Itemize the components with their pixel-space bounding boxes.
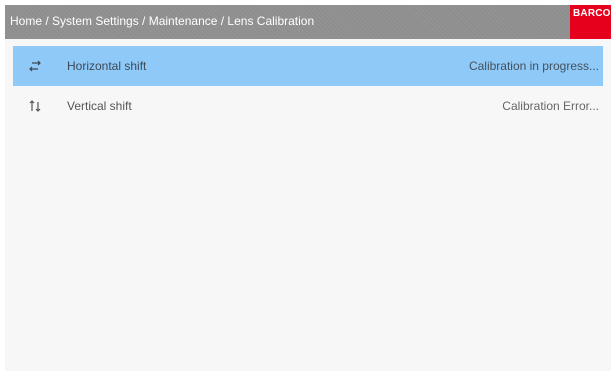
list-item-label: Horizontal shift bbox=[67, 59, 147, 73]
list-item-status: Calibration in progress... bbox=[468, 59, 599, 73]
list-item-label: Vertical shift bbox=[67, 99, 132, 113]
header-bar: Home / System Settings / Maintenance / L… bbox=[5, 5, 611, 39]
vertical-shift-arrows-icon bbox=[25, 97, 45, 115]
horizontal-shift-arrows-icon bbox=[25, 57, 45, 75]
list-item-vertical-shift[interactable]: Vertical shift Calibration Error... bbox=[13, 86, 603, 126]
lens-calibration-screen: Home / System Settings / Maintenance / L… bbox=[5, 5, 611, 371]
calibration-list: Horizontal shift Calibration in progress… bbox=[13, 46, 603, 126]
barco-logo: BARCO bbox=[570, 5, 611, 39]
list-item-status: Calibration Error... bbox=[502, 99, 599, 113]
breadcrumb: Home / System Settings / Maintenance / L… bbox=[10, 14, 315, 28]
logo-text: BARCO bbox=[573, 8, 611, 19]
list-item-horizontal-shift[interactable]: Horizontal shift Calibration in progress… bbox=[13, 46, 603, 86]
